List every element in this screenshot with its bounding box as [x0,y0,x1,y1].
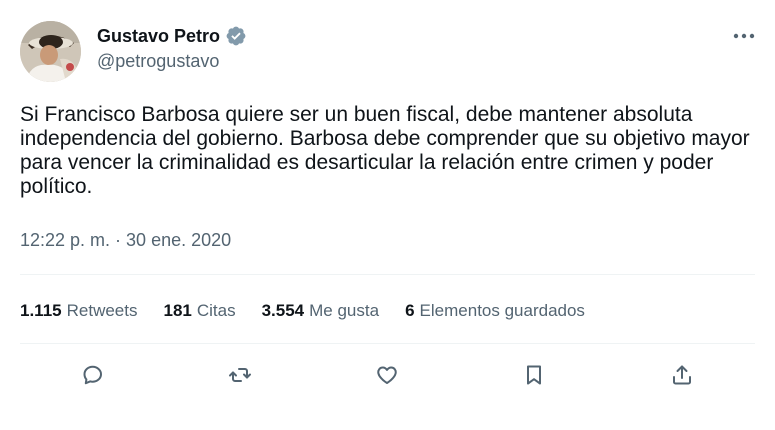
share-icon[interactable] [667,360,697,390]
divider [20,343,755,344]
retweets-count: 1.115 [20,301,62,320]
quotes-stat[interactable]: 181 Citas [163,301,235,321]
tweet-actions [0,360,775,390]
more-icon[interactable] [728,26,760,46]
quotes-count: 181 [163,301,192,320]
avatar-image [20,21,81,82]
bookmarks-stat[interactable]: 6 Elementos guardados [405,301,585,321]
bookmarks-label: Elementos guardados [419,301,585,320]
divider [20,274,755,275]
tweet-timestamp[interactable]: 12:22 p. m. · 30 ene. 2020 [20,230,231,251]
tweet-text: Si Francisco Barbosa quiere ser un buen … [20,103,750,198]
author-handle[interactable]: @petrogustavo [97,51,219,72]
retweet-icon[interactable] [225,360,255,390]
author-name[interactable]: Gustavo Petro [97,26,220,47]
tweet-card: Gustavo Petro @petrogustavo Si Francisco… [0,0,775,430]
likes-stat[interactable]: 3.554 Me gusta [262,301,379,321]
like-icon[interactable] [372,360,402,390]
verified-badge-icon [225,25,247,47]
retweets-label: Retweets [66,301,138,320]
retweets-stat[interactable]: 1.115 Retweets [20,301,137,321]
reply-icon[interactable] [78,360,108,390]
bookmarks-count: 6 [405,301,415,320]
bookmark-icon[interactable] [519,360,549,390]
tweet-stats: 1.115 Retweets 181 Citas 3.554 Me gusta … [20,300,611,322]
likes-label: Me gusta [309,301,380,320]
quotes-label: Citas [196,301,236,320]
author-name-row: Gustavo Petro [97,24,247,48]
avatar[interactable] [20,21,81,82]
likes-count: 3.554 [261,301,305,320]
